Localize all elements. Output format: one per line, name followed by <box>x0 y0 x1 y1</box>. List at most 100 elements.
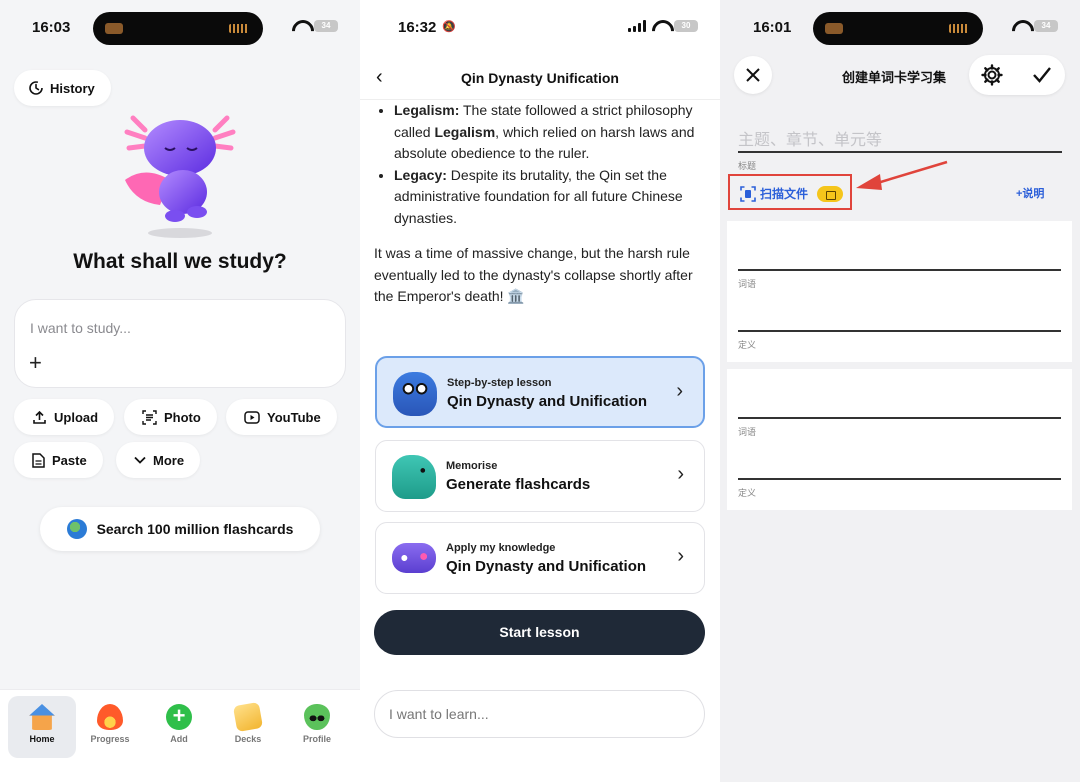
bullet-strong: Legalism <box>434 123 496 140</box>
history-button[interactable]: History <box>14 70 111 106</box>
globe-icon <box>66 519 87 539</box>
learn-input[interactable]: I want to learn... <box>374 690 705 738</box>
status-time: 16:03 <box>32 19 71 36</box>
term-label: 词语 <box>738 279 757 289</box>
flashcards-card[interactable]: Memorise Generate flashcards › <box>375 440 705 512</box>
youtube-icon <box>244 410 260 424</box>
card-subtitle: Memorise <box>446 460 498 472</box>
learn-input-placeholder: I want to learn... <box>389 706 489 722</box>
scan-icon <box>740 185 756 202</box>
start-lesson-button[interactable]: Start lesson <box>374 610 705 655</box>
owl-icon <box>393 372 437 416</box>
upload-icon <box>33 410 46 424</box>
panel-lesson: 16:32 🔕 30 ‹ Qin Dynasty Unification Leg… <box>360 0 720 782</box>
card-title: Qin Dynasty and Unification <box>446 558 647 575</box>
panel-create-flashcards: 16:01 34 创建单词卡学习集 主题、章节、单元等 标题 扫描文件 +说明 … <box>720 0 1080 782</box>
dynamic-island <box>813 12 983 45</box>
search-flashcards-label: Search 100 million flashcards <box>96 521 294 537</box>
page-title: 创建单词卡学习集 <box>842 70 947 85</box>
status-bar: 16:32 🔕 30 <box>360 0 720 58</box>
study-input-placeholder: I want to study... <box>30 320 131 336</box>
plus-circle-icon: + <box>166 704 192 730</box>
apply-knowledge-card[interactable]: Apply my knowledge Qin Dynasty and Unifi… <box>375 522 705 594</box>
chevron-right-icon: › <box>677 545 684 567</box>
scan-document-label: 扫描文件 <box>760 187 809 201</box>
card-entry: 词语 定义 <box>727 221 1072 362</box>
history-label: History <box>50 80 95 96</box>
mute-bell-icon: 🔕 <box>442 21 456 33</box>
close-button[interactable] <box>734 56 772 94</box>
list-item: Legalism: The state followed a strict ph… <box>394 100 710 165</box>
photo-label: Photo <box>164 409 201 425</box>
add-attachment-button[interactable]: + <box>29 350 42 376</box>
signal-icon <box>628 20 646 32</box>
chevron-down-icon <box>134 456 146 464</box>
wifi-icon <box>1012 20 1028 32</box>
elephant-icon <box>392 455 436 499</box>
card-subtitle: Step-by-step lesson <box>447 377 552 389</box>
definition-input[interactable] <box>738 478 1061 480</box>
title-input[interactable]: 主题、章节、单元等 <box>738 126 882 150</box>
definition-input[interactable] <box>738 330 1061 332</box>
battery-icon: 30 <box>674 20 698 32</box>
page-title: Qin Dynasty Unification <box>461 70 619 86</box>
lesson-paragraph: It was a time of massive change, but the… <box>374 245 693 304</box>
tab-profile[interactable]: Profile <box>283 696 351 758</box>
photo-button[interactable]: Photo <box>124 399 217 435</box>
upload-label: Upload <box>54 409 99 425</box>
title-underline <box>738 151 1062 153</box>
dynamic-island <box>93 12 263 45</box>
tab-progress-label: Progress <box>90 734 130 744</box>
tab-home-label: Home <box>29 734 55 744</box>
tab-progress[interactable]: Progress <box>76 696 144 758</box>
home-icon <box>29 704 55 730</box>
checkmark-icon[interactable] <box>1032 66 1052 84</box>
axolotl-mascot-icon <box>124 115 236 238</box>
term-input[interactable] <box>738 417 1061 419</box>
chevron-right-icon: › <box>676 380 683 402</box>
lesson-card[interactable]: Step-by-step lesson Qin Dynasty and Unif… <box>375 356 705 428</box>
battery-icon: 34 <box>314 20 338 32</box>
status-bar: 16:01 34 <box>720 0 1080 58</box>
page-title: What shall we study? <box>73 250 287 273</box>
scan-document-button[interactable]: 扫描文件 <box>740 185 844 202</box>
add-explanation-button[interactable]: +说明 <box>1016 185 1044 201</box>
card-title: Generate flashcards <box>446 476 591 493</box>
alien-icon <box>304 704 330 730</box>
flame-icon <box>97 704 123 730</box>
tab-home[interactable]: Home <box>8 696 76 758</box>
nav-bar: ‹ Qin Dynasty Unification <box>360 58 720 100</box>
search-flashcards-button[interactable]: Search 100 million flashcards <box>40 507 320 551</box>
status-bar: 16:03 34 <box>0 0 360 58</box>
battery-icon: 34 <box>1034 20 1058 32</box>
document-icon <box>32 452 45 468</box>
study-input[interactable]: I want to study... + <box>14 299 346 388</box>
panel-home: 16:03 34 History What shall we study? I … <box>0 0 360 782</box>
tab-profile-label: Profile <box>302 734 331 744</box>
status-time: 16:32 <box>398 19 437 36</box>
more-button[interactable]: More <box>116 442 201 478</box>
gamepad-icon <box>392 543 436 573</box>
more-label: More <box>153 452 185 468</box>
tab-decks-label: Decks <box>234 734 262 744</box>
youtube-button[interactable]: YouTube <box>226 399 337 435</box>
history-icon <box>29 81 43 95</box>
card-title: Qin Dynasty and Unification <box>447 393 648 410</box>
definition-label: 定义 <box>738 340 757 350</box>
bullet-term: Legacy: <box>394 166 447 183</box>
red-arrow-annotation <box>856 160 948 190</box>
wifi-icon <box>292 20 308 32</box>
term-input[interactable] <box>738 269 1061 271</box>
title-label: 标题 <box>738 161 757 171</box>
tab-decks[interactable]: Decks <box>214 696 282 758</box>
list-item: Legacy: Despite its brutality, the Qin s… <box>394 165 710 230</box>
scan-highlight-box: 扫描文件 <box>728 174 852 210</box>
gear-icon[interactable] <box>980 63 1004 87</box>
upload-button[interactable]: Upload <box>14 399 115 435</box>
paste-label: Paste <box>52 452 87 468</box>
card-subtitle: Apply my knowledge <box>446 542 556 554</box>
lesson-text: Legalism: The state followed a strict ph… <box>374 100 710 308</box>
tab-add[interactable]: + Add <box>145 696 213 758</box>
paste-button[interactable]: Paste <box>14 442 103 478</box>
scan-icon <box>142 409 157 425</box>
